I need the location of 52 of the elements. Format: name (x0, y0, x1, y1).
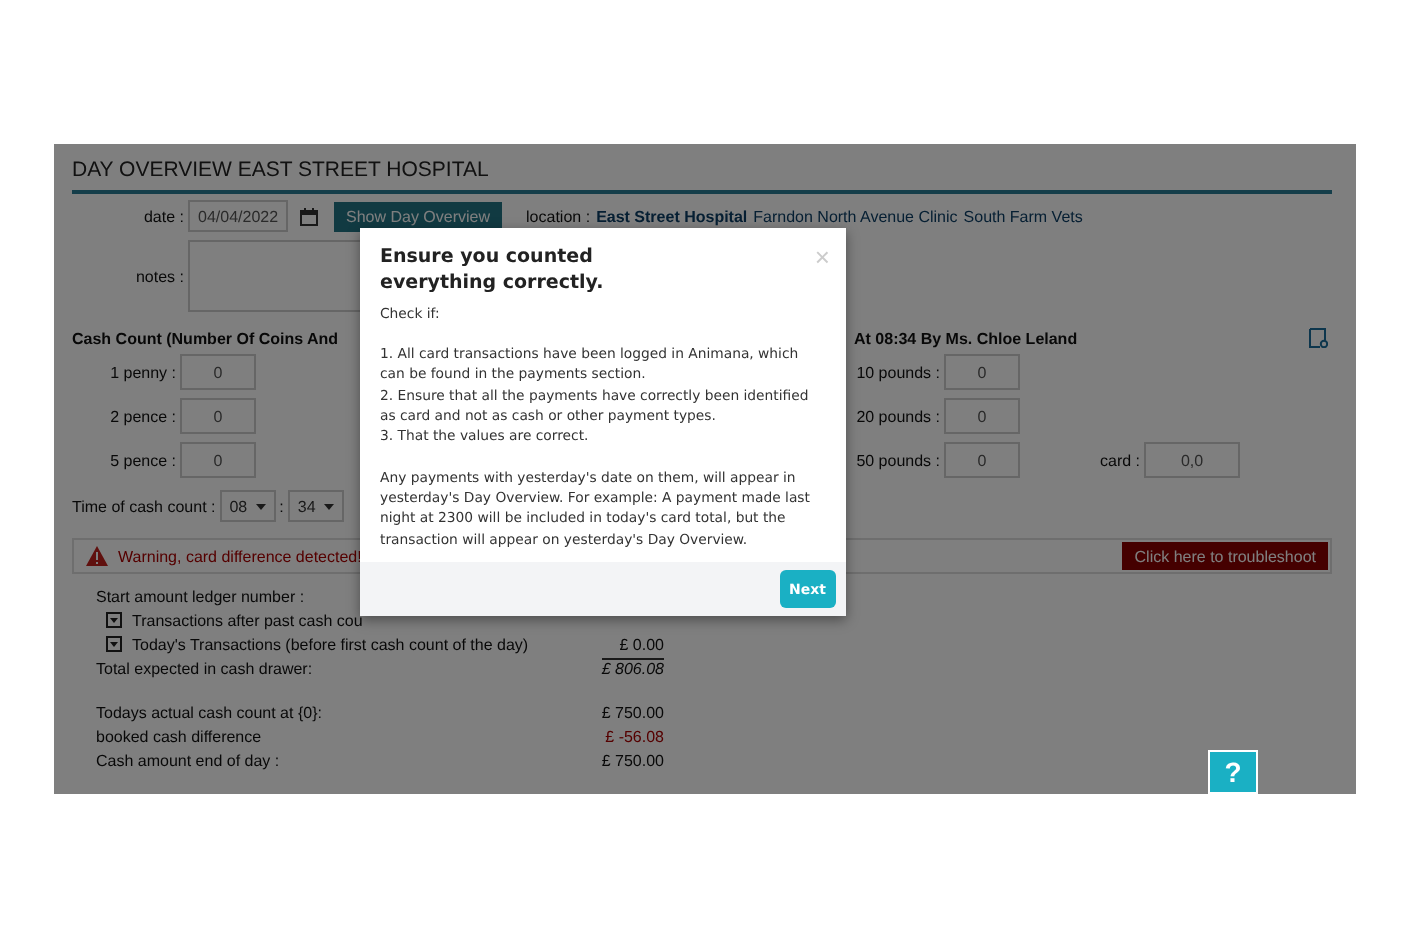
warning-text: Warning, card difference detected! (118, 547, 362, 565)
cash-count-heading: Cash Count (Number Of Coins And (72, 329, 341, 347)
note-label: 10 pounds : (854, 363, 940, 381)
document-view-icon[interactable] (1308, 328, 1328, 348)
warning-icon (86, 546, 108, 566)
expand-icon[interactable] (106, 636, 122, 652)
coin-label: 5 pence : (108, 451, 176, 469)
notes-label: notes : (133, 267, 184, 285)
coin-count-field[interactable]: 0 (180, 398, 256, 434)
time-label: Time of cash count : (72, 497, 216, 515)
ledger-label: Todays actual cash count at {0}: (96, 703, 324, 721)
calendar-icon[interactable] (300, 207, 318, 225)
ledger-amount: £ -56.08 (605, 727, 664, 745)
caret-icon (323, 503, 334, 510)
ledger-label: Total expected in cash drawer: (96, 659, 315, 677)
ledger-label: Transactions after past cash cou (132, 611, 365, 629)
ledger-amount: £ 0.00 (619, 635, 664, 653)
cash-count-heading: At 08:34 By Ms. Chloe Leland (854, 329, 1078, 347)
location-link[interactable]: South Farm Vets (963, 207, 1083, 225)
coin-count-field[interactable]: 0 (180, 354, 256, 390)
ledger-label: Cash amount end of day : (96, 751, 282, 769)
ledger-label: Start amount ledger number : (96, 587, 307, 605)
ledger-amount: £ 750.00 (601, 703, 664, 721)
date-field[interactable]: 04/04/2022 (188, 200, 288, 232)
time-separator: : (279, 497, 284, 515)
page-title: DAY OVERVIEW EAST STREET HOSPITAL (72, 156, 1332, 194)
note-count-field[interactable]: 0 (944, 354, 1020, 390)
location-link[interactable]: Farndon North Avenue Clinic (753, 207, 958, 225)
ledger-label: Today's Transactions (before first cash count of the day) (132, 635, 531, 653)
modal-title: Ensure you counted everything correctly. (380, 244, 606, 298)
expand-icon[interactable] (106, 612, 122, 628)
note-count-field[interactable]: 0 (944, 398, 1020, 434)
card-amount-field[interactable]: 0,0 (1144, 442, 1241, 478)
note-count-field[interactable]: 0 (944, 442, 1020, 478)
ledger-label: booked cash difference (96, 727, 264, 745)
date-label: date : (141, 207, 184, 225)
ledger-amount: £ 806.08 (601, 658, 664, 678)
note-label: 20 pounds : (854, 407, 940, 425)
card-label: card : (1100, 451, 1141, 469)
coin-label: 1 penny : (108, 363, 176, 381)
show-day-overview-button[interactable]: Show Day Overview (334, 201, 503, 231)
caret-icon (255, 503, 266, 510)
location-label: location : (526, 207, 591, 225)
coin-label: 2 pence : (108, 407, 176, 425)
coin-count-field[interactable]: 0 (180, 442, 256, 478)
ledger-amount: £ 750.00 (601, 751, 664, 769)
troubleshoot-button[interactable]: Click here to troubleshoot (1122, 542, 1328, 570)
location-link[interactable]: East Street Hospital (596, 207, 748, 225)
minute-select[interactable]: 34 (287, 490, 344, 522)
hour-select[interactable]: 08 (219, 490, 276, 522)
help-button[interactable]: ? (1208, 750, 1258, 794)
note-label: 50 pounds : (854, 451, 940, 469)
